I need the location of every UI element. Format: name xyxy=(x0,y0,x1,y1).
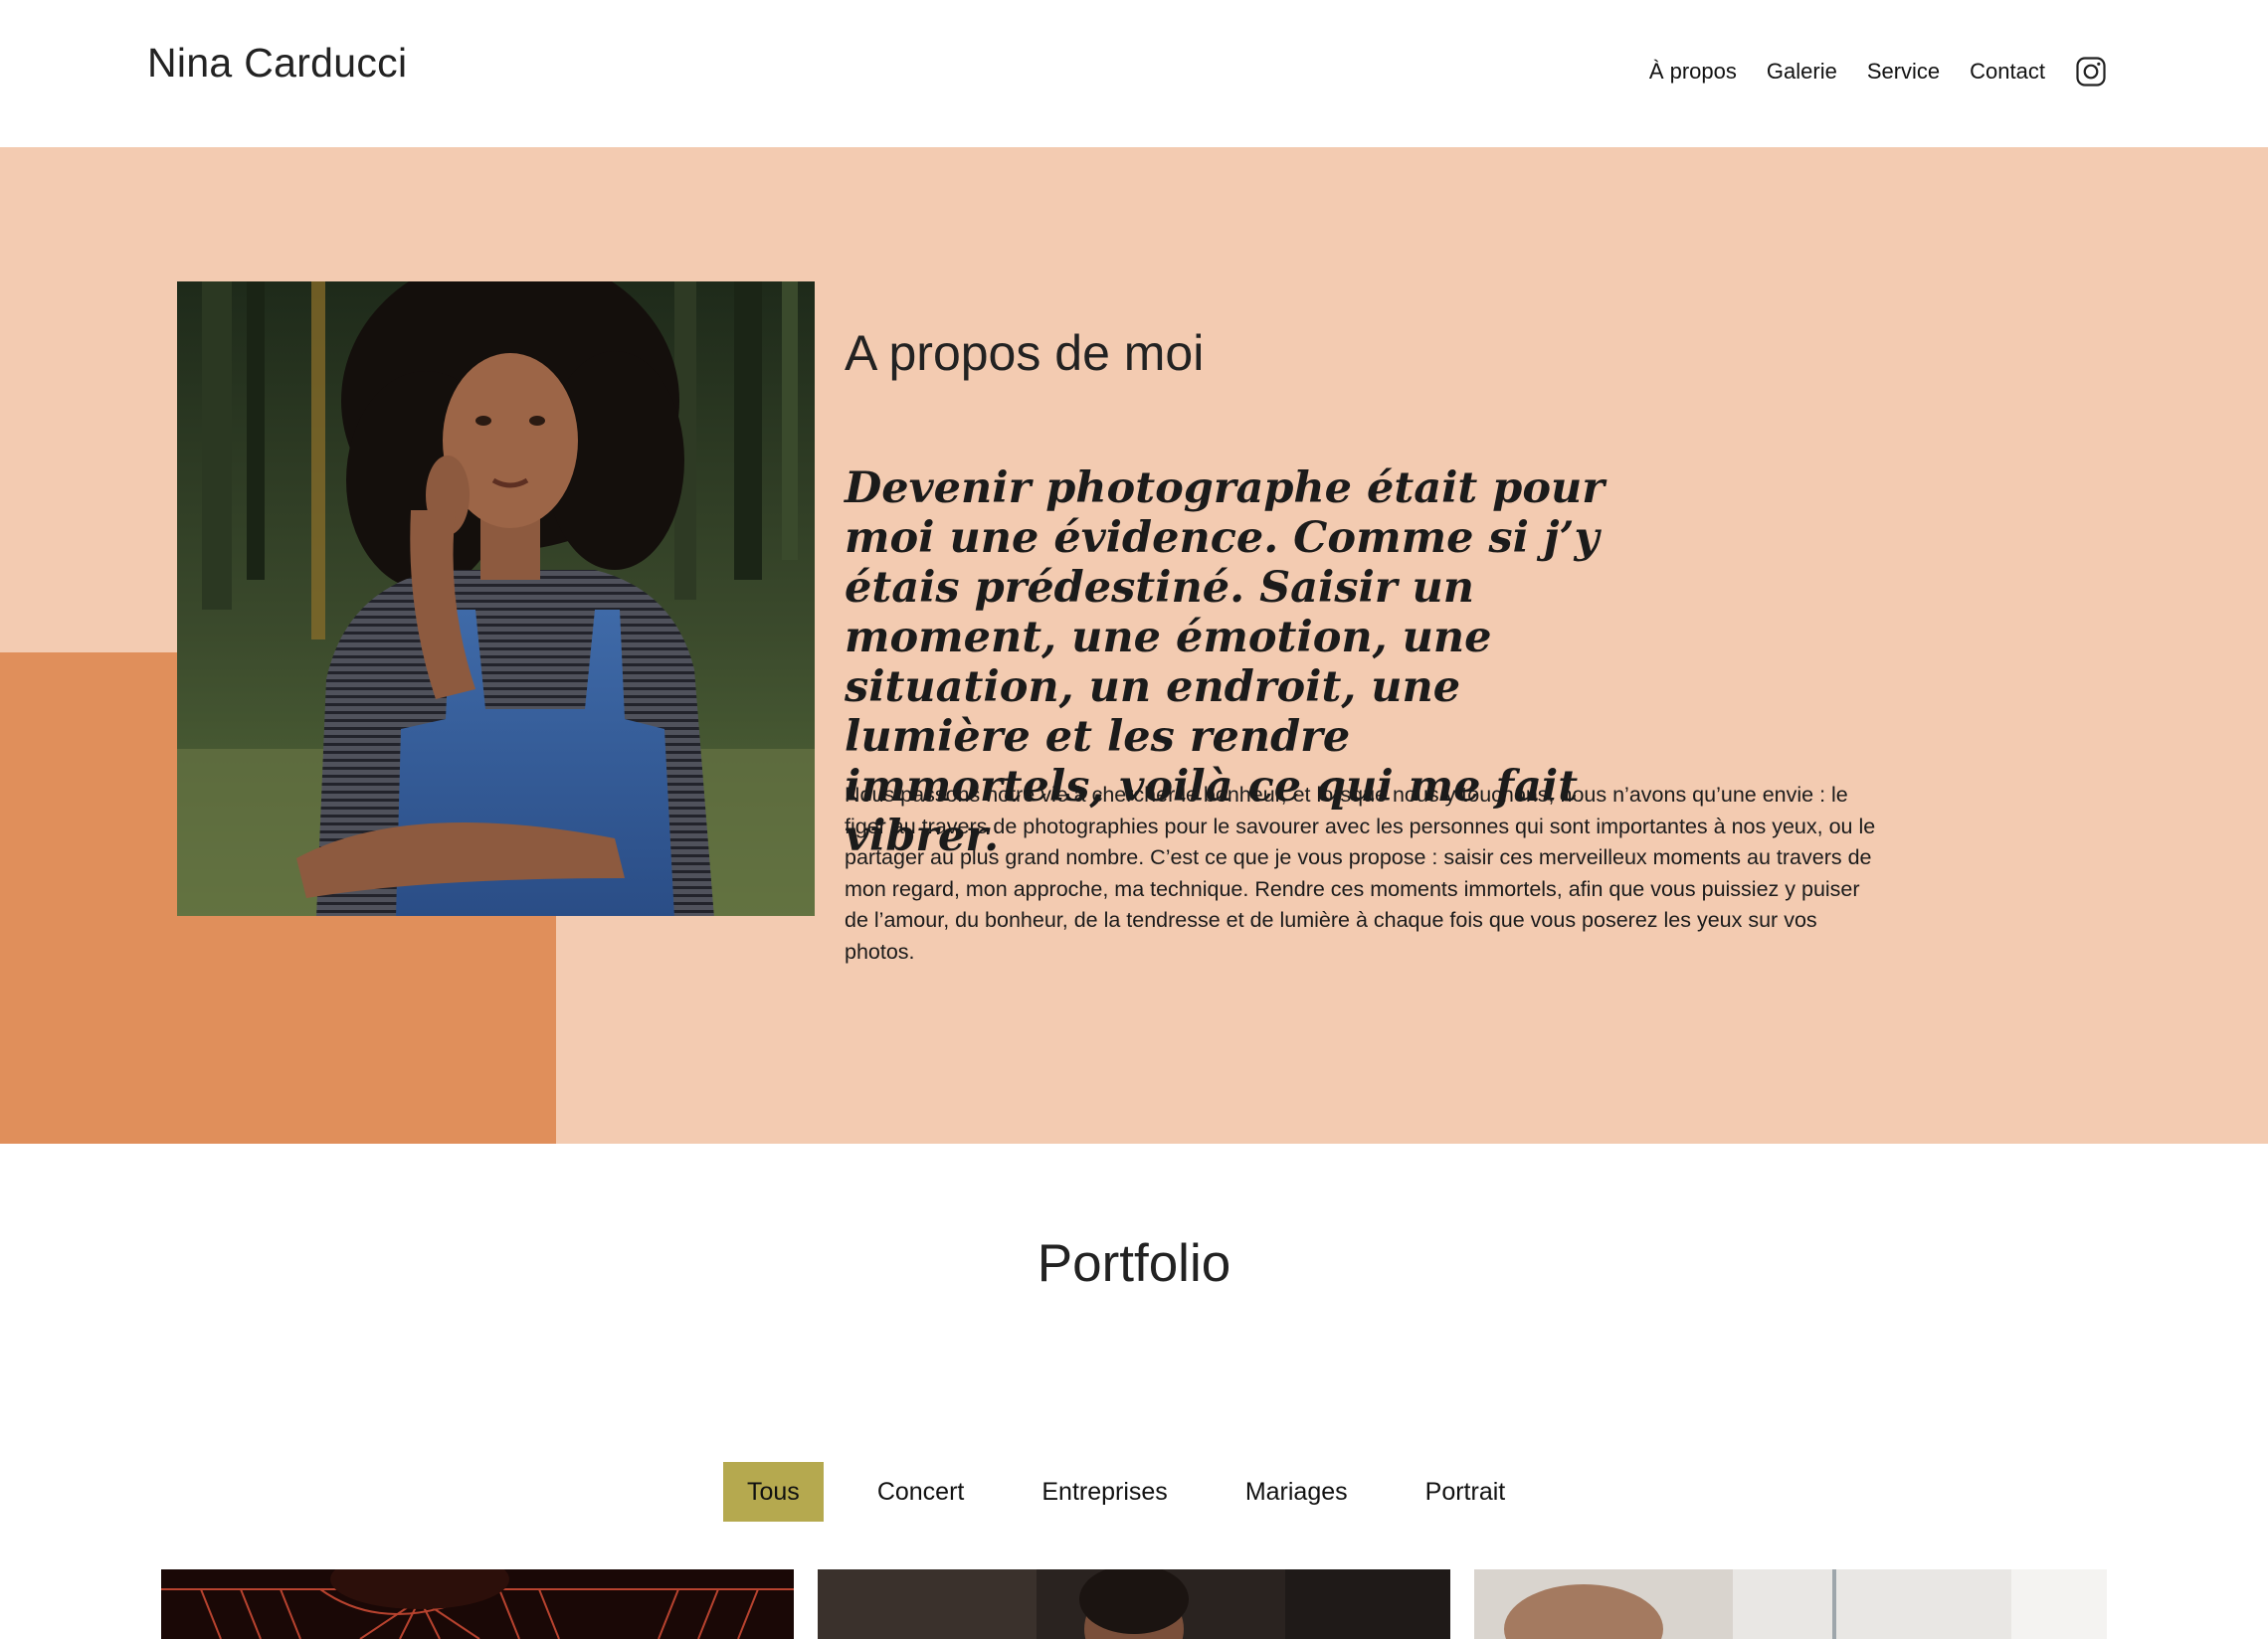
portfolio-title: Portfolio xyxy=(1037,1234,1231,1293)
nav-link-a-propos[interactable]: À propos xyxy=(1649,59,1737,85)
filter-concert[interactable]: Concert xyxy=(853,1462,989,1522)
nav-link-contact[interactable]: Contact xyxy=(1970,59,2045,85)
about-title: A propos de moi xyxy=(845,325,1205,381)
about-section: A propos de moi Devenir photographe étai… xyxy=(0,147,2268,1144)
filter-portrait[interactable]: Portrait xyxy=(1402,1462,1530,1522)
instagram-icon[interactable] xyxy=(2075,56,2107,88)
site-header: Nina Carducci À propos Galerie Service C… xyxy=(0,0,2268,147)
filter-mariages[interactable]: Mariages xyxy=(1222,1462,1372,1522)
portfolio-filters: Tous Concert Entreprises Mariages Portra… xyxy=(723,1462,1559,1522)
about-portrait-photo xyxy=(177,281,815,916)
gallery-thumb-mariage[interactable] xyxy=(1474,1569,2107,1639)
filter-tous[interactable]: Tous xyxy=(723,1462,824,1522)
main-nav: À propos Galerie Service Contact xyxy=(1649,56,2107,88)
nav-link-service[interactable]: Service xyxy=(1867,59,1940,85)
brand-title[interactable]: Nina Carducci xyxy=(147,40,407,87)
gallery-thumb-concert[interactable] xyxy=(161,1569,794,1639)
nav-link-galerie[interactable]: Galerie xyxy=(1767,59,1837,85)
gallery-thumb-portrait[interactable] xyxy=(818,1569,1450,1639)
filter-entreprises[interactable]: Entreprises xyxy=(1018,1462,1191,1522)
about-text: Nous passons notre vie à chercher le bon… xyxy=(845,783,1876,964)
